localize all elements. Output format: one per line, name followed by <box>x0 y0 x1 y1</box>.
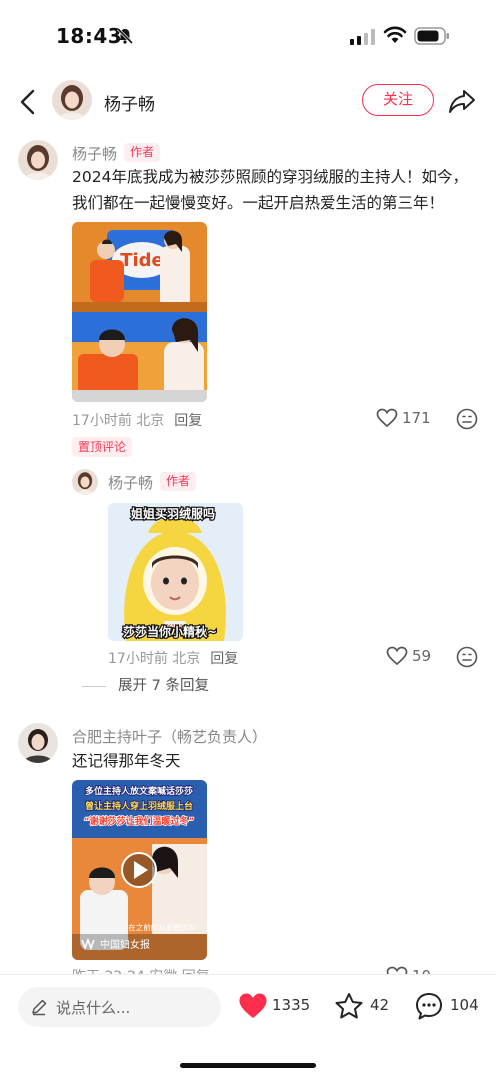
reply-time: 17小时前 北京 <box>108 651 201 667</box>
back-icon[interactable] <box>16 88 40 116</box>
reply-avatar[interactable] <box>72 469 98 495</box>
author-tag: 作者 <box>160 472 197 491</box>
video-subtitle: 在之前的从业经历中 <box>128 922 196 932</box>
reply-author[interactable]: 杨子畅 <box>108 472 153 493</box>
video-caption-3: “谢谢莎莎让我们温暖过冬” <box>84 815 195 827</box>
heart-outline-icon <box>386 646 408 666</box>
status-bar: 18:43 <box>0 0 496 70</box>
video-caption-1: 多位主持人放文案喊话莎莎 <box>85 785 193 797</box>
bell-off-icon <box>116 27 134 45</box>
comment-post-button[interactable]: 104 <box>414 991 484 1021</box>
comment-avatar[interactable] <box>18 140 58 180</box>
like-count: 59 <box>412 647 432 665</box>
expand-label[interactable]: 展开 7 条回复 <box>118 678 209 694</box>
nav-avatar[interactable] <box>52 80 92 120</box>
status-time: 18:43 <box>56 24 123 48</box>
like-post-button[interactable]: 1335 <box>238 991 312 1021</box>
video-source: 中国妇女报 <box>100 938 150 951</box>
comment-text-line: 我们都在一起慢慢变好。一起开启热爱生活的第三年！ <box>72 194 445 212</box>
cellular-signal-icon <box>350 29 375 45</box>
comment-author[interactable]: 合肥主持叶子（畅艺负责人） <box>72 726 267 747</box>
emoji-reaction-icon[interactable] <box>456 408 478 430</box>
expand-divider <box>82 685 106 687</box>
comment-meta: 17小时前 北京 回复 <box>72 410 202 430</box>
reply-button[interactable]: 回复 <box>174 413 202 429</box>
input-placeholder: 说点什么... <box>56 999 131 1017</box>
reply-sticker[interactable]: YAYA 姐姐买羽绒服吗 莎莎当你小精秋~ <box>108 503 243 641</box>
pencil-icon <box>32 999 47 1016</box>
comment-avatar[interactable] <box>18 723 58 763</box>
emoji-reaction-icon[interactable] <box>456 646 478 668</box>
comment-video[interactable]: 多位主持人放文案喊话莎莎 曾让主持人穿上羽绒服上台 “谢谢莎莎让我们温暖过冬” … <box>72 780 207 960</box>
comment-input[interactable]: 说点什么... <box>18 987 221 1027</box>
nav-bar: 杨子畅 关注 <box>0 80 496 124</box>
star-outline-icon <box>335 993 363 1019</box>
comment-text: 还记得那年冬天 <box>72 752 181 770</box>
nav-title[interactable]: 杨子畅 <box>104 90 155 115</box>
home-indicator <box>180 1063 316 1068</box>
comment-bubble-icon <box>416 993 442 1020</box>
expand-replies-button[interactable]: 展开 7 条回复 <box>82 674 209 695</box>
wifi-icon <box>383 26 407 43</box>
sticker-bottom-text: 莎莎当你小精秋~ <box>123 624 217 639</box>
like-button[interactable]: 59 <box>386 646 436 668</box>
bottom-bar: 说点什么... 1335 42 104 <box>0 974 496 1076</box>
share-icon[interactable] <box>448 88 476 114</box>
like-count: 171 <box>402 409 431 427</box>
comment-time: 17小时前 北京 <box>72 413 165 429</box>
video-caption-2: 曾让主持人穿上羽绒服上台 <box>85 800 193 812</box>
pinned-tag: 置顶评论 <box>72 437 133 457</box>
star-post-button[interactable]: 42 <box>334 991 394 1021</box>
battery-icon <box>414 27 449 45</box>
post-comment-count: 104 <box>450 996 479 1014</box>
tide-logo: Tide <box>120 250 164 271</box>
comment-photo[interactable]: Tide <box>72 222 207 402</box>
reply-meta: 17小时前 北京 回复 <box>108 648 238 668</box>
comment-text-line: 2024年底我成为被莎莎照顾的穿羽绒服的主持人！如今， <box>72 168 468 186</box>
post-like-count: 1335 <box>272 996 311 1014</box>
post-star-count: 42 <box>370 996 390 1014</box>
heart-filled-icon <box>239 993 267 1018</box>
follow-button[interactable]: 关注 <box>362 84 434 116</box>
sticker-top-text: 姐姐买羽绒服吗 <box>131 506 215 521</box>
heart-outline-icon <box>376 408 398 428</box>
like-button[interactable]: 171 <box>376 408 436 430</box>
comment-text: 2024年底我成为被莎莎照顾的穿羽绒服的主持人！如今， 我们都在一起慢慢变好。一… <box>72 164 486 216</box>
comment-author[interactable]: 杨子畅 <box>72 143 117 164</box>
author-tag: 作者 <box>124 143 161 162</box>
reply-button[interactable]: 回复 <box>210 651 238 667</box>
